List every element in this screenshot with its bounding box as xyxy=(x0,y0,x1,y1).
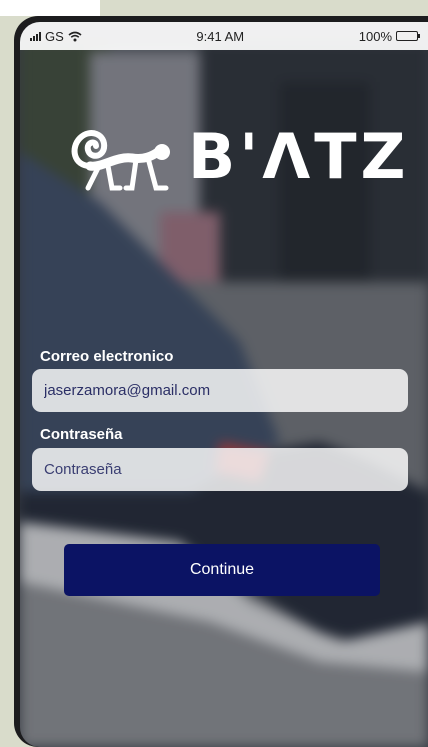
password-field[interactable] xyxy=(32,448,408,491)
carrier-label: GS xyxy=(45,28,64,44)
clock: 9:41 AM xyxy=(196,28,245,44)
phone-frame: GS 9:41 AM 100% B'ΛTZ Correo electronico… xyxy=(14,16,428,747)
signal-icon xyxy=(30,31,41,41)
status-right: 100% xyxy=(358,28,420,44)
status-bar: GS 9:41 AM 100% xyxy=(20,22,428,50)
status-left: GS xyxy=(30,29,82,44)
password-label: Contraseña xyxy=(40,426,123,443)
monkey-icon xyxy=(71,130,170,191)
battery-icon xyxy=(396,31,420,41)
email-label: Correo electronico xyxy=(40,348,174,365)
background-band xyxy=(0,0,100,16)
brand-name: B'ΛTZ xyxy=(188,120,410,193)
battery-percent: 100% xyxy=(358,28,392,44)
wifi-icon xyxy=(68,31,82,41)
email-field[interactable] xyxy=(32,369,408,412)
brand-logo: B'ΛTZ xyxy=(68,122,409,192)
continue-button[interactable]: Continue xyxy=(64,544,380,596)
app-screen: GS 9:41 AM 100% B'ΛTZ Correo electronico… xyxy=(20,22,428,747)
